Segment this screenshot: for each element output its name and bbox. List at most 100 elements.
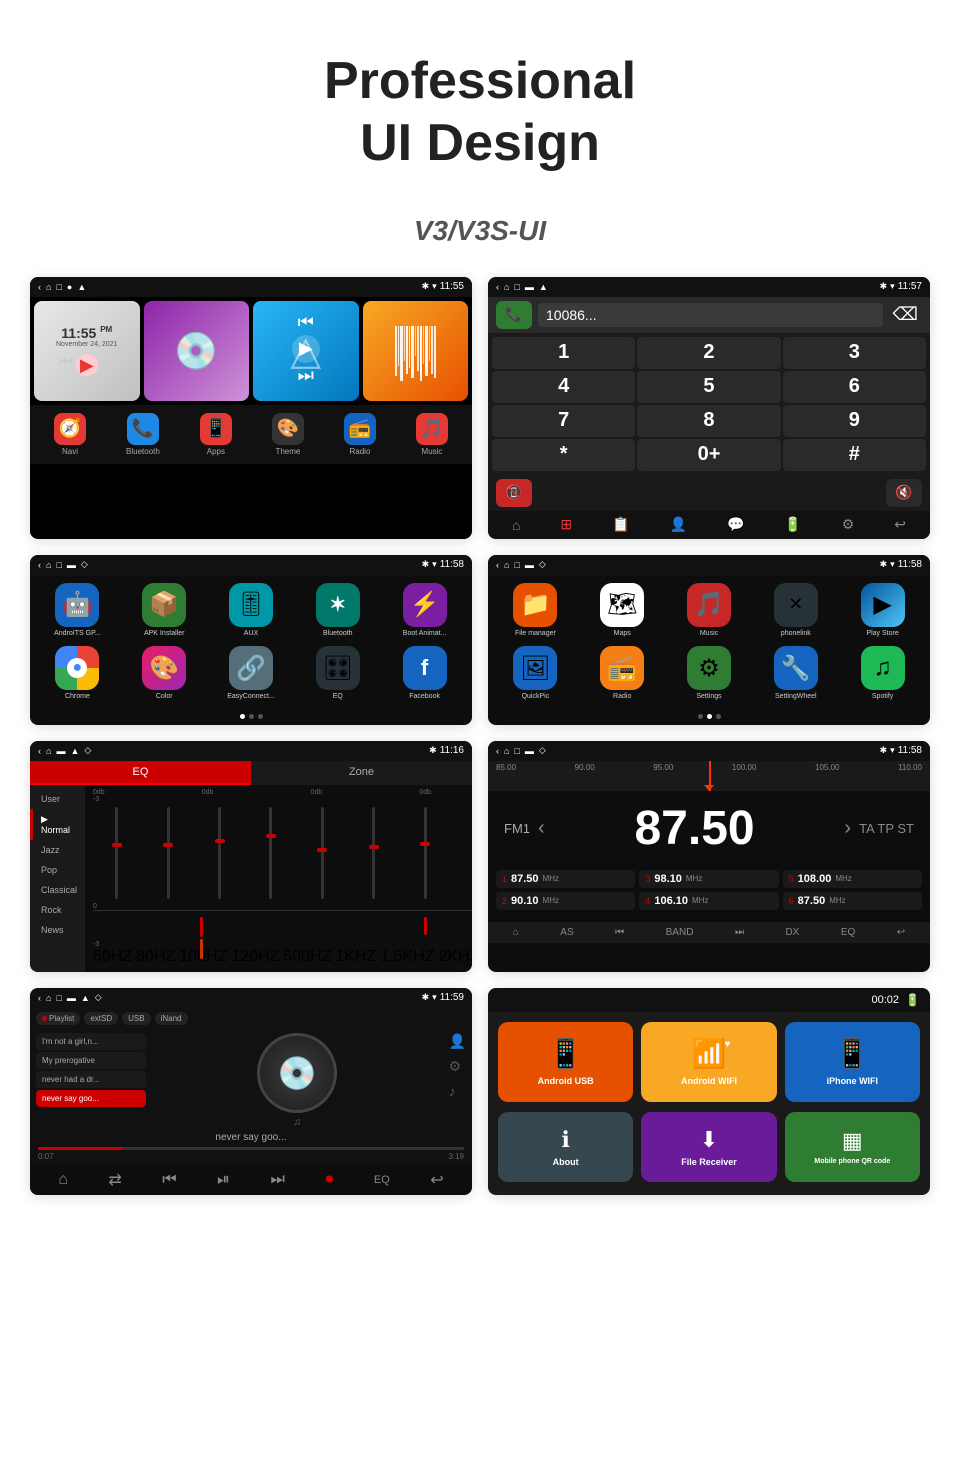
app-settings[interactable]: ⚙ Settings (670, 646, 749, 701)
radio-back-btn[interactable]: ↩ (897, 927, 905, 938)
app-playstore[interactable]: ▶ Play Store (843, 583, 922, 638)
preset-pop[interactable]: Pop (30, 860, 85, 880)
radio-band-btn[interactable]: BAND (666, 927, 694, 938)
app-eq-grid[interactable]: 🎛 EQ (298, 646, 377, 701)
app-quickpic[interactable]: 🖼 QuickPic (496, 646, 575, 701)
music-eq-btn[interactable]: EQ (374, 1174, 390, 1186)
dial-hash[interactable]: # (783, 439, 926, 471)
phone-battery-icon[interactable]: 🔋 (784, 516, 801, 533)
radio-prev-btn[interactable]: ⏮ (615, 927, 624, 938)
radio-as-btn[interactable]: AS (560, 927, 573, 938)
music-play-btn[interactable]: ⏯ (217, 1171, 230, 1189)
preset-news[interactable]: News (30, 920, 85, 940)
music-home-btn[interactable]: ⌂ (58, 1171, 68, 1189)
source-playlist[interactable]: Playlist (36, 1012, 80, 1025)
conn-about[interactable]: ℹ About (498, 1112, 633, 1182)
app-music[interactable]: 🎵 Music (416, 413, 448, 456)
app-spotify[interactable]: ♫ Spotify (843, 646, 922, 701)
eq-tab-zone[interactable]: Zone (251, 761, 472, 785)
app-bluetooth[interactable]: 📞 Bluetooth (126, 413, 160, 456)
app-android-gp[interactable]: 🤖 AndroITS GP... (38, 583, 117, 638)
app-settingwheel[interactable]: 🔧 SettingWheel (756, 646, 835, 701)
dial-8[interactable]: 8 (637, 405, 780, 437)
music-rec-btn[interactable]: ⏺ (325, 1171, 333, 1189)
source-usb[interactable]: USB (122, 1012, 150, 1025)
dial-2[interactable]: 2 (637, 337, 780, 369)
square-icon-2[interactable]: □ (514, 282, 519, 292)
app-music-grid[interactable]: 🎵 Music (670, 583, 749, 638)
radio-preset-2[interactable]: 2 90.10 MHz (496, 892, 635, 910)
radio-preset-1[interactable]: 1 87.50 MHz (496, 870, 635, 888)
phone-home-icon[interactable]: ⌂ (512, 517, 520, 533)
end-call-button[interactable]: 📵 (496, 479, 532, 507)
phone-back-icon[interactable]: ↩ (894, 516, 906, 533)
preset-normal[interactable]: ▶ Normal (30, 809, 85, 840)
music-prev-btn[interactable]: ⏮ (162, 1171, 176, 1189)
dial-0[interactable]: 0+ (637, 439, 780, 471)
music-back-btn[interactable]: ↩ (430, 1170, 443, 1190)
app-phonelink[interactable]: ✕ phonelink (756, 583, 835, 638)
app-aux[interactable]: 🎚 AUX (212, 583, 291, 638)
dial-4[interactable]: 4 (492, 371, 635, 403)
home-icon-1[interactable]: ⌂ (46, 282, 51, 292)
phone-settings-icon[interactable]: ⚙ (842, 516, 855, 533)
track-1[interactable]: I'm not a girl,n... (36, 1033, 146, 1050)
radio-eq-btn[interactable]: EQ (841, 927, 855, 938)
conn-android-usb[interactable]: 📱 Android USB (498, 1022, 633, 1102)
dial-star[interactable]: * (492, 439, 635, 471)
back-icon-1[interactable]: ‹ (38, 282, 41, 292)
preset-rock[interactable]: Rock (30, 900, 85, 920)
dial-6[interactable]: 6 (783, 371, 926, 403)
dial-3[interactable]: 3 (783, 337, 926, 369)
app-boot-anim[interactable]: ⚡ Boot Animat... (385, 583, 464, 638)
radio-home-btn[interactable]: ⌂ (513, 927, 519, 938)
track-3[interactable]: never had a dr... (36, 1071, 146, 1088)
app-easyconnect[interactable]: 🔗 EasyConnect... (212, 646, 291, 701)
source-inand[interactable]: iNand (155, 1012, 188, 1025)
conn-iphone-wifi[interactable]: 📱 iPhone WIFI (785, 1022, 920, 1102)
preset-jazz[interactable]: Jazz (30, 840, 85, 860)
volume-button[interactable]: 🔇 (886, 479, 922, 507)
music-shuffle-btn[interactable]: ⇄ (108, 1170, 121, 1190)
track-4[interactable]: never say goo... (36, 1090, 146, 1107)
app-apps[interactable]: 📱 Apps (200, 413, 232, 456)
home-icon-2[interactable]: ⌂ (504, 282, 509, 292)
phone-contacts-icon[interactable]: 👤 (670, 516, 687, 533)
eq-tab-eq[interactable]: EQ (30, 761, 251, 785)
music-star-icon[interactable]: ⚙ (449, 1058, 466, 1075)
conn-file-receiver[interactable]: ⬇ File Receiver (641, 1112, 776, 1182)
track-2[interactable]: My prerogative (36, 1052, 146, 1069)
app-apk[interactable]: 📦 APK Installer (125, 583, 204, 638)
app-navi[interactable]: 🧭 Navi (54, 413, 86, 456)
radio-next[interactable]: › (844, 817, 851, 840)
phone-call-log-icon[interactable]: 📋 (612, 516, 629, 533)
app-color[interactable]: 🎨 Color (125, 646, 204, 701)
radio-dx-btn[interactable]: DX (785, 927, 799, 938)
app-filemanager[interactable]: 📁 File manager (496, 583, 575, 638)
conn-qr-code[interactable]: ▦ Mobile phone QR code (785, 1112, 920, 1182)
conn-android-wifi[interactable]: 📶 ♥ Android WIFI (641, 1022, 776, 1102)
radio-preset-4[interactable]: 4 106.10 MHz (639, 892, 778, 910)
radio-prev[interactable]: ‹ (538, 817, 545, 840)
backspace-button[interactable]: ⌫ (889, 300, 922, 329)
call-button[interactable]: 📞 (496, 301, 532, 329)
phone-msg-icon[interactable]: 💬 (727, 516, 744, 533)
radio-preset-5[interactable]: 5 108.00 MHz (783, 870, 922, 888)
radio-preset-6[interactable]: 6 87.50 MHz (783, 892, 922, 910)
radio-next-btn[interactable]: ⏭ (735, 927, 744, 938)
app-chrome[interactable]: ● Chrome (38, 646, 117, 701)
phone-grid-icon[interactable]: ⊞ (560, 516, 572, 533)
preset-user[interactable]: User (30, 789, 85, 809)
dial-1[interactable]: 1 (492, 337, 635, 369)
app-radio[interactable]: 📻 Radio (344, 413, 376, 456)
app-theme[interactable]: 🎨 Theme (272, 413, 304, 456)
square-icon-1[interactable]: □ (56, 282, 61, 292)
app-radio-grid[interactable]: 📻 Radio (583, 646, 662, 701)
radio-preset-3[interactable]: 3 98.10 MHz (639, 870, 778, 888)
source-extsd[interactable]: extSD (84, 1012, 118, 1025)
app-facebook[interactable]: f Facebook (385, 646, 464, 701)
preset-classical[interactable]: Classical (30, 880, 85, 900)
back-icon-2[interactable]: ‹ (496, 282, 499, 292)
dial-7[interactable]: 7 (492, 405, 635, 437)
dial-5[interactable]: 5 (637, 371, 780, 403)
